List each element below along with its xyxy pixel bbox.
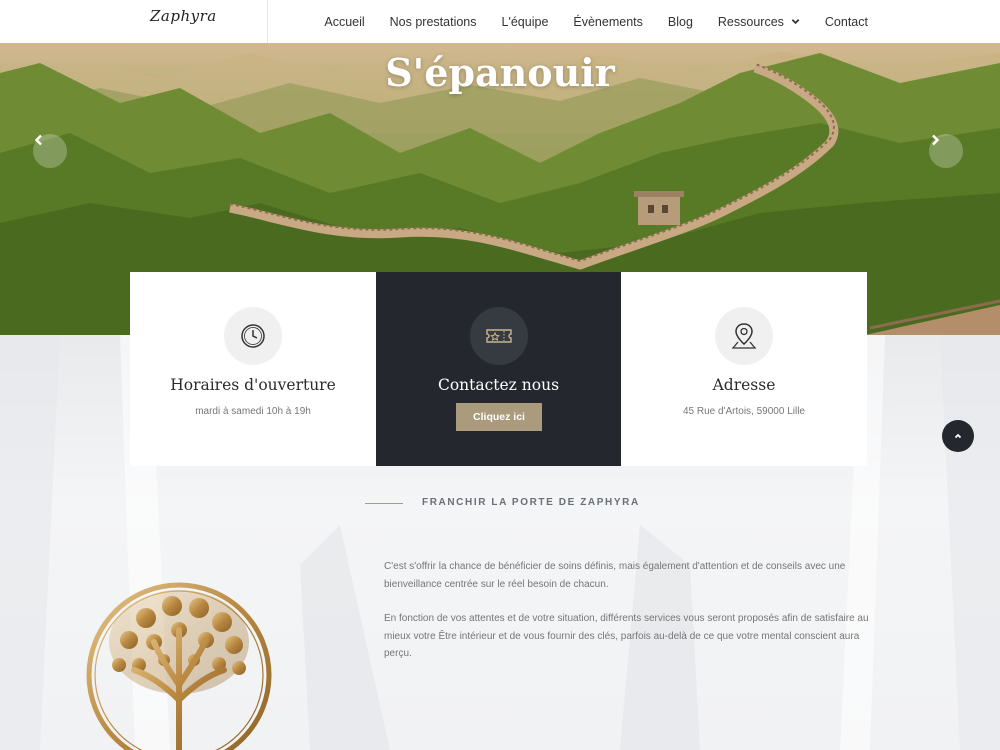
card-text-hours: mardi à samedi 10h à 19h: [195, 406, 311, 417]
chevron-up-icon: [954, 433, 962, 439]
slider-prev-button[interactable]: [33, 134, 67, 168]
card-title-contact: Contactez nous: [437, 376, 560, 394]
card-contact: Contactez nous Cliquez ici: [376, 272, 621, 466]
clock-icon-wrap: [224, 307, 282, 365]
card-text-address: 45 Rue d'Artois, 59000 Lille: [683, 406, 805, 417]
section-title-divider: [365, 503, 403, 504]
hero-title: S'épanouir: [385, 50, 615, 95]
card-title-address: Adresse: [712, 376, 776, 394]
nav-item-prestations[interactable]: Nos prestations: [390, 15, 477, 29]
nav-item-contact[interactable]: Contact: [825, 15, 868, 29]
chevron-left-icon: [34, 134, 42, 146]
nav-item-evenements[interactable]: Évènements: [573, 15, 642, 29]
section-paragraph-1: C'est s'offrir la chance de bénéficier d…: [384, 561, 846, 590]
logo-area[interactable]: Zaphyra: [0, 0, 268, 43]
nav-item-ressources[interactable]: Ressources: [718, 15, 800, 29]
section-paragraph-2: En fonction de vos attentes et de votre …: [384, 613, 869, 659]
nav-item-ressources-label: Ressources: [717, 14, 784, 29]
scroll-to-top-button[interactable]: [942, 420, 974, 452]
page: Zaphyra Accueil Nos prestations L'équipe…: [0, 0, 1000, 750]
info-cards: Horaires d'ouverture mardi à samedi 10h …: [130, 272, 867, 466]
site-logo[interactable]: Zaphyra: [150, 7, 217, 25]
nav-item-blog[interactable]: Blog: [668, 15, 693, 29]
ticket-icon: [485, 329, 512, 343]
slider-next-button[interactable]: [929, 134, 963, 168]
contact-cta-button[interactable]: Cliquez ici: [456, 403, 542, 431]
main-nav: Accueil Nos prestations L'équipe Évèneme…: [324, 0, 868, 43]
map-pin-icon-wrap: [715, 307, 773, 365]
clock-icon: [241, 324, 265, 348]
tree-of-life-image: [86, 582, 272, 750]
nav-item-equipe[interactable]: L'équipe: [502, 15, 549, 29]
site-header: Zaphyra Accueil Nos prestations L'équipe…: [0, 0, 1000, 43]
ticket-icon-wrap: [469, 307, 528, 365]
section-title: FRANCHIR LA PORTE DE ZAPHYRA: [422, 497, 640, 508]
nav-item-accueil[interactable]: Accueil: [324, 15, 364, 29]
chevron-right-icon: [932, 134, 940, 146]
map-pin-icon: [731, 323, 757, 349]
card-opening-hours: Horaires d'ouverture mardi à samedi 10h …: [130, 272, 376, 466]
card-address: Adresse 45 Rue d'Artois, 59000 Lille: [621, 272, 867, 466]
chevron-down-icon: [791, 19, 800, 25]
card-title-hours: Horaires d'ouverture: [170, 376, 336, 394]
